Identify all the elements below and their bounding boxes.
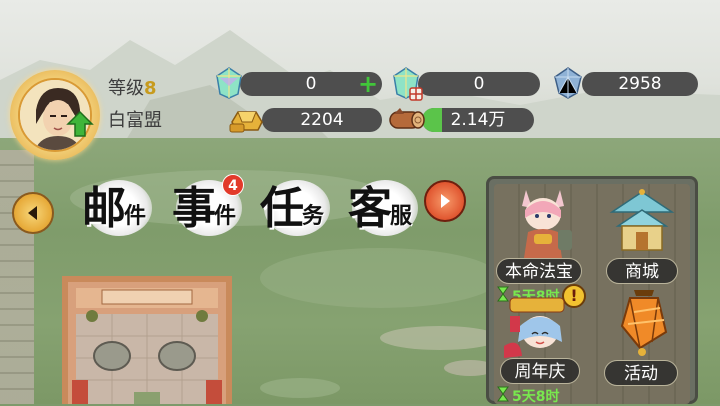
activity-label-events[interactable]: 活动 (604, 360, 678, 386)
left-arrow-icon (28, 206, 37, 220)
activity-label-shop[interactable]: 商城 (606, 258, 678, 284)
tasks-big-char: 任 (260, 183, 304, 234)
customer-service-button[interactable]: 客 服 (346, 172, 426, 240)
level-value: 8 (144, 78, 157, 99)
crystal-b-bar: 0 (418, 72, 540, 96)
anniversary-character-icon[interactable] (500, 296, 574, 360)
stone-wall (0, 150, 34, 404)
shop-pavilion-icon[interactable] (604, 186, 680, 256)
crystal-gift-icon (393, 67, 423, 101)
add-crystal-button[interactable]: + (358, 72, 378, 96)
level-up-arrow-icon (66, 110, 94, 137)
level-label: 等级 (108, 78, 144, 99)
activity-label-treasure[interactable]: 本命法宝 (496, 258, 582, 284)
wood-bar: 2.14万 (422, 108, 534, 132)
scroll-right-button[interactable] (424, 180, 466, 222)
crystal-b-value: 0 (473, 74, 485, 94)
fox-spirit-character-icon[interactable] (508, 180, 578, 260)
events-big-char: 事 (172, 183, 216, 234)
crystal-a-value: 0 (305, 74, 317, 94)
scroll-left-button[interactable] (12, 192, 54, 234)
hourglass-icon (497, 386, 509, 402)
mail-big-char: 邮 (82, 183, 126, 234)
diamond-bar: 2958 (582, 72, 698, 96)
courtyard-building[interactable] (62, 276, 232, 404)
right-arrow-icon (441, 194, 450, 208)
anniversary-timer: 5天8时 (512, 389, 560, 405)
activity-label-anniversary[interactable]: 周年庆 (500, 358, 580, 384)
events-notification-badge: 4 (222, 174, 244, 196)
mail-small-char: 件 (124, 203, 147, 229)
mail-button[interactable]: 邮 件 (80, 172, 160, 240)
gold-ingot-icon (229, 111, 263, 133)
tasks-small-char: 务 (302, 203, 325, 229)
lantern-event-icon[interactable] (612, 286, 676, 358)
wood-value: 2.14万 (450, 110, 506, 130)
service-small-char: 服 (390, 203, 413, 229)
crystal-a-bar: 0 + (240, 72, 382, 96)
crystal-icon (216, 67, 242, 99)
gold-bar: 2204 (262, 108, 382, 132)
gold-value: 2204 (300, 110, 344, 130)
tasks-button[interactable]: 任 务 (258, 172, 338, 240)
service-big-char: 客 (348, 183, 392, 234)
guild-name[interactable]: 白富盟 (108, 106, 162, 132)
level-display: 等级8 (108, 74, 157, 100)
wood-log-icon (389, 108, 425, 129)
diamond-value: 2958 (618, 74, 662, 94)
diamond-icon (554, 67, 582, 99)
events-small-char: 件 (214, 203, 237, 229)
